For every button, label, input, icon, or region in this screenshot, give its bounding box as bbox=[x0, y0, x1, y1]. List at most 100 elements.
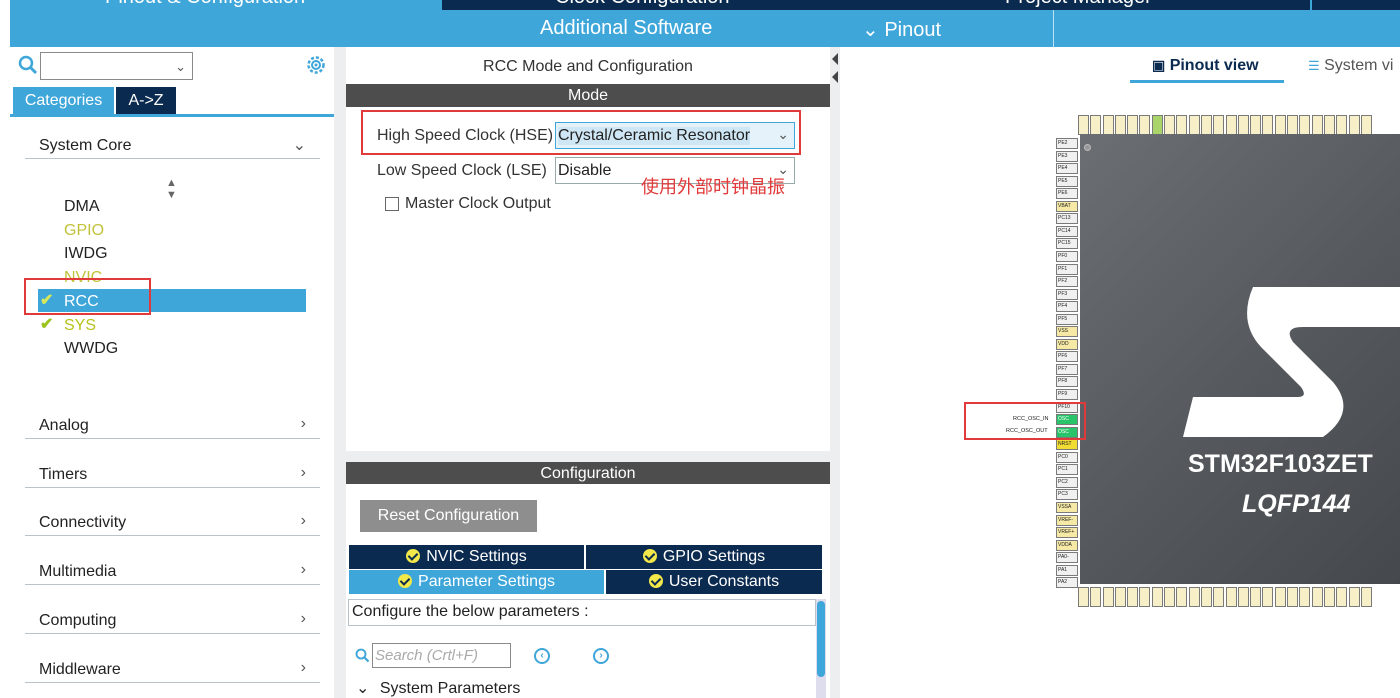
pin[interactable]: PC2 bbox=[1056, 476, 1078, 488]
pin[interactable] bbox=[1151, 587, 1163, 607]
tab-user-constants[interactable]: User Constants bbox=[606, 570, 822, 594]
pin[interactable]: PC1 bbox=[1056, 464, 1078, 476]
pin[interactable] bbox=[1336, 115, 1348, 135]
tab-pinout-view[interactable]: ▣ Pinout view bbox=[1152, 57, 1259, 75]
pin[interactable] bbox=[1262, 115, 1274, 135]
pin[interactable]: PF0 bbox=[1056, 250, 1078, 262]
pin[interactable] bbox=[1188, 115, 1200, 135]
pin[interactable] bbox=[1274, 587, 1286, 607]
list-item-sys[interactable]: SYS bbox=[64, 317, 96, 335]
pin[interactable] bbox=[1114, 115, 1126, 135]
collapse-left-icon[interactable] bbox=[832, 53, 838, 65]
pin[interactable] bbox=[1102, 115, 1114, 135]
pin[interactable]: PF2 bbox=[1056, 276, 1078, 288]
pin[interactable] bbox=[1250, 115, 1262, 135]
pin[interactable] bbox=[1250, 587, 1262, 607]
pin[interactable] bbox=[1213, 115, 1225, 135]
pin[interactable] bbox=[1237, 115, 1249, 135]
pinout-menu[interactable]: ⌄ Pinout bbox=[862, 17, 941, 42]
pin[interactable] bbox=[1348, 587, 1360, 607]
pin[interactable] bbox=[1323, 115, 1335, 135]
pin[interactable] bbox=[1090, 115, 1102, 135]
pin[interactable]: PC15 bbox=[1056, 238, 1078, 250]
pin[interactable] bbox=[1360, 587, 1372, 607]
pin[interactable]: PF5 bbox=[1056, 313, 1078, 325]
scrollbar[interactable] bbox=[816, 599, 826, 698]
tab-project-manager[interactable]: Project Manager bbox=[1005, 0, 1152, 9]
pin[interactable] bbox=[1127, 115, 1139, 135]
pin[interactable] bbox=[1213, 587, 1225, 607]
pin[interactable]: PF3 bbox=[1056, 288, 1078, 300]
category-timers[interactable]: Timers › bbox=[25, 460, 320, 488]
panel-splitter[interactable] bbox=[830, 47, 840, 698]
additional-software-menu[interactable]: Additional Software bbox=[540, 17, 712, 40]
pin[interactable]: PC14 bbox=[1056, 225, 1078, 237]
gear-icon[interactable] bbox=[305, 54, 327, 76]
category-system-core[interactable]: System Core ⌄ bbox=[25, 131, 320, 159]
category-connectivity[interactable]: Connectivity › bbox=[25, 508, 320, 536]
sort-icon[interactable]: ▲ ▼ bbox=[166, 177, 177, 201]
pin[interactable] bbox=[1299, 587, 1311, 607]
previous-icon[interactable]: ‹ bbox=[534, 648, 550, 664]
collapse-left-icon[interactable] bbox=[832, 71, 838, 83]
tab-parameter-settings[interactable]: Parameter Settings bbox=[349, 570, 604, 594]
tab-clock-configuration[interactable]: Clock Configuration bbox=[555, 0, 730, 9]
pin[interactable] bbox=[1225, 115, 1237, 135]
pin[interactable] bbox=[1348, 115, 1360, 135]
pin[interactable]: NRST bbox=[1056, 439, 1078, 451]
pin[interactable]: PC0 bbox=[1056, 451, 1078, 463]
pin[interactable] bbox=[1127, 587, 1139, 607]
pin[interactable]: PE6 bbox=[1056, 188, 1078, 200]
pin[interactable]: PF9 bbox=[1056, 389, 1078, 400]
tab-categories[interactable]: Categories bbox=[13, 87, 114, 114]
list-item-wwdg[interactable]: WWDG bbox=[64, 340, 118, 358]
pin[interactable]: VDDA bbox=[1056, 539, 1078, 551]
pin[interactable]: PF8 bbox=[1056, 376, 1078, 388]
pin[interactable]: PF6 bbox=[1056, 351, 1078, 363]
pin[interactable] bbox=[1102, 587, 1114, 607]
pin[interactable] bbox=[1139, 115, 1151, 135]
reset-configuration-button[interactable]: Reset Configuration bbox=[360, 500, 537, 532]
pin[interactable]: PF7 bbox=[1056, 363, 1078, 375]
pin[interactable]: PE5 bbox=[1056, 175, 1078, 187]
scrollbar-thumb[interactable] bbox=[817, 601, 825, 677]
pin[interactable]: PC3 bbox=[1056, 489, 1078, 501]
pin[interactable]: PF1 bbox=[1056, 263, 1078, 275]
pin[interactable] bbox=[1225, 587, 1237, 607]
list-item-dma[interactable]: DMA bbox=[64, 198, 100, 216]
tab-a-z[interactable]: A->Z bbox=[116, 87, 176, 114]
pin[interactable] bbox=[1311, 115, 1323, 135]
list-item-iwdg[interactable]: IWDG bbox=[64, 245, 108, 263]
tab-gpio-settings[interactable]: GPIO Settings bbox=[586, 545, 822, 569]
pin[interactable] bbox=[1114, 587, 1126, 607]
pin[interactable] bbox=[1188, 587, 1200, 607]
parameter-search-input[interactable]: Search (Crtl+F) bbox=[372, 643, 511, 668]
pin[interactable]: VREF- bbox=[1056, 514, 1078, 526]
pin[interactable] bbox=[1151, 115, 1163, 135]
pin[interactable]: PA1 bbox=[1056, 564, 1078, 576]
pin[interactable]: VSS bbox=[1056, 326, 1078, 338]
next-icon[interactable]: › bbox=[593, 648, 609, 664]
pin[interactable] bbox=[1200, 587, 1212, 607]
pin[interactable]: PC13 bbox=[1056, 213, 1078, 225]
pin[interactable] bbox=[1078, 587, 1089, 607]
pin[interactable] bbox=[1164, 587, 1176, 607]
tab-nvic-settings[interactable]: NVIC Settings bbox=[349, 545, 584, 569]
pin[interactable] bbox=[1164, 115, 1176, 135]
pin[interactable] bbox=[1176, 587, 1188, 607]
pin[interactable] bbox=[1262, 587, 1274, 607]
pin[interactable]: PF4 bbox=[1056, 301, 1078, 313]
pin[interactable] bbox=[1274, 115, 1286, 135]
pin[interactable] bbox=[1336, 587, 1348, 607]
system-parameters-group[interactable]: ⌄ System Parameters bbox=[356, 678, 520, 698]
pin[interactable] bbox=[1090, 587, 1102, 607]
category-middleware[interactable]: Middleware › bbox=[25, 655, 320, 683]
category-analog[interactable]: Analog › bbox=[25, 411, 320, 439]
pin[interactable] bbox=[1139, 587, 1151, 607]
pin[interactable] bbox=[1287, 115, 1299, 135]
pin[interactable] bbox=[1200, 115, 1212, 135]
pin[interactable] bbox=[1299, 115, 1311, 135]
pin[interactable] bbox=[1176, 115, 1188, 135]
pin[interactable] bbox=[1311, 587, 1323, 607]
pin[interactable]: PA2 bbox=[1056, 577, 1078, 589]
